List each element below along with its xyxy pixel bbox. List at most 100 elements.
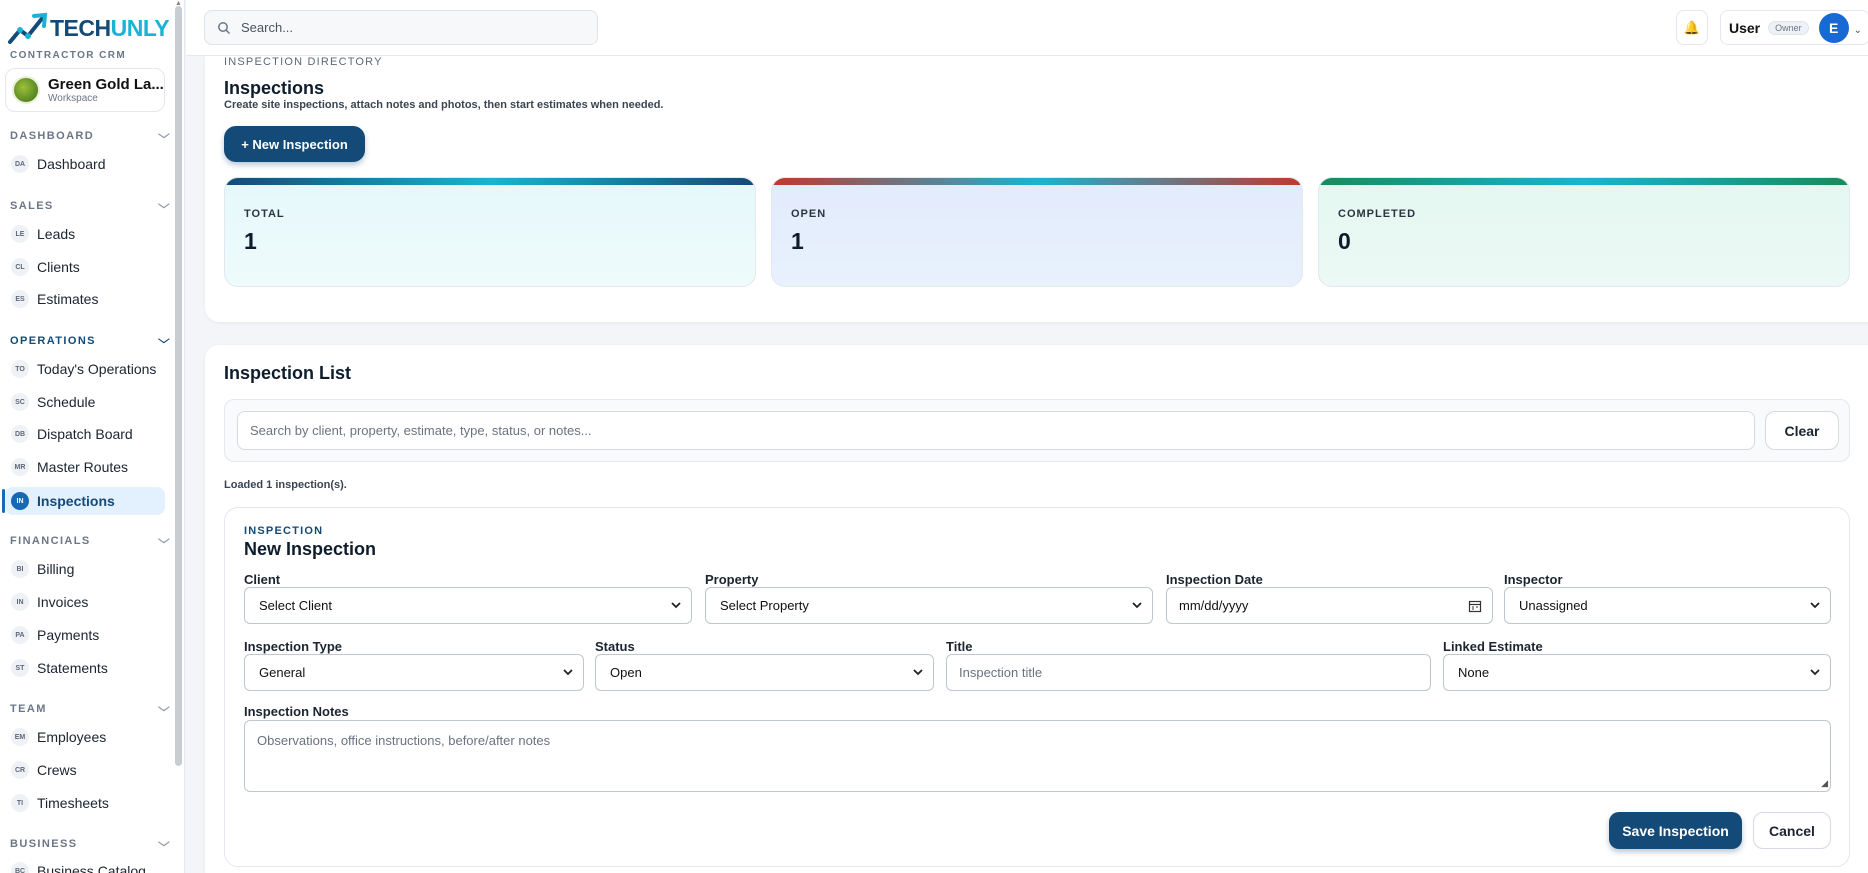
save-inspection-button[interactable]: Save Inspection [1609,812,1742,849]
section-financials[interactable]: FINANCIALS ⌵ [10,534,170,547]
inspection-type-select[interactable]: General [244,654,584,691]
sidebar-item-invoices[interactable]: IN Invoices [5,588,165,616]
nav-abbr-badge: MR [11,458,29,476]
sidebar-item-todays-operations[interactable]: TO Today's Operations [5,355,165,383]
sidebar-item-schedule[interactable]: SC Schedule [5,388,165,416]
section-operations[interactable]: OPERATIONS ⌵ [10,334,170,347]
stat-label: TOTAL [244,208,285,220]
inspection-date-input[interactable]: mm/dd/yyyy [1166,587,1493,624]
title-input[interactable]: Inspection title [946,654,1431,691]
chevron-down-icon [1132,602,1142,609]
sidebar-item-label: Leads [37,226,76,242]
sidebar-item-crews[interactable]: CR Crews [5,756,165,784]
chevron-down-icon: ⌵ [158,334,172,346]
section-sales[interactable]: SALES ⌵ [10,199,170,212]
section-business[interactable]: BUSINESS ⌵ [10,837,170,850]
client-select-value: Select Client [259,598,332,613]
nav-abbr-badge: CL [11,258,29,276]
sidebar-item-label: Business Catalog [37,863,146,873]
sidebar-scrollbar[interactable] [175,6,182,766]
workspace-label: Workspace [48,93,98,104]
brand-name: TECHUNLY [50,14,170,41]
chevron-down-icon: ⌵ [158,199,172,211]
sidebar-item-label: Inspections [37,493,115,509]
workspace-switcher[interactable]: Green Gold La... Workspace [5,68,165,112]
chevron-down-icon [1810,602,1820,609]
stat-value: 1 [244,228,257,254]
sidebar-item-dashboard[interactable]: DA Dashboard [5,150,165,178]
inspection-date-label: Inspection Date [1166,572,1263,587]
clear-button[interactable]: Clear [1765,411,1839,450]
sidebar-item-label: Billing [37,561,75,577]
sidebar-item-label: Schedule [37,394,96,410]
inspector-select[interactable]: Unassigned [1504,587,1831,624]
sidebar-item-label: Statements [37,660,108,676]
nav-abbr-badge: DB [11,425,29,443]
nav-abbr-badge: EM [11,728,29,746]
notifications-bell-icon[interactable]: 🔔 [1676,10,1708,45]
chevron-down-icon [671,602,681,609]
section-dashboard[interactable]: DASHBOARD ⌵ [10,129,170,142]
sidebar-item-label: Invoices [37,594,89,610]
stat-value: 1 [791,228,804,254]
chevron-down-icon: ⌵ [158,837,172,849]
topbar: Search... 🔔 User Owner E ⌄ [186,0,1868,56]
directory-eyebrow: INSPECTION DIRECTORY [224,56,383,68]
chevron-down-icon [563,669,573,676]
page-title: Inspections [224,78,325,98]
sidebar-item-payments[interactable]: PA Payments [5,621,165,649]
logo: TECHUNLY [8,10,170,46]
sidebar-item-estimates[interactable]: ES Estimates [5,285,165,313]
sidebar-item-label: Clients [37,259,80,275]
nav-abbr-badge: CR [11,761,29,779]
sidebar-item-employees[interactable]: EM Employees [5,723,165,751]
sidebar-item-leads[interactable]: LE Leads [5,220,165,248]
inspection-type-label: Inspection Type [244,639,342,654]
client-select[interactable]: Select Client [244,587,692,624]
client-label: Client [244,572,281,587]
chevron-down-icon: ⌵ [158,129,172,141]
stat-card-completed: COMPLETED 0 [1318,177,1850,287]
linked-estimate-select[interactable]: None [1443,654,1831,691]
status-label: Status [595,639,635,654]
inspection-date-placeholder: mm/dd/yyyy [1179,598,1249,613]
stat-accent-bar [225,178,755,185]
sidebar-item-dispatch-board[interactable]: DB Dispatch Board [5,420,165,448]
sidebar-item-billing[interactable]: BI Billing [5,555,165,583]
sidebar-item-business-catalog[interactable]: BC Business Catalog [5,857,165,873]
inspector-label: Inspector [1504,572,1563,587]
linked-estimate-value: None [1458,665,1490,680]
property-select[interactable]: Select Property [705,587,1153,624]
loaded-status-text: Loaded 1 inspection(s). [224,479,347,491]
user-menu[interactable]: User Owner E ⌄ [1720,10,1868,45]
sidebar-item-label: Employees [37,729,107,745]
resize-handle-icon[interactable]: ◢ [1821,778,1828,789]
global-search-input[interactable]: Search... [204,10,598,45]
sidebar-item-label: Dispatch Board [37,426,133,442]
calendar-icon[interactable] [1468,599,1482,613]
brand-subtitle: CONTRACTOR CRM [10,50,127,61]
list-search-input[interactable]: Search by client, property, estimate, ty… [237,411,1755,450]
sidebar-item-label: Master Routes [37,459,129,475]
list-title: Inspection List [224,363,352,383]
nav-abbr-badge: TI [11,794,29,812]
sidebar-item-inspections[interactable]: IN Inspections [2,487,165,515]
sidebar-item-master-routes[interactable]: MR Master Routes [5,453,165,481]
new-inspection-form: INSPECTION New Inspection Client Select … [224,507,1850,867]
cancel-button[interactable]: Cancel [1753,812,1831,849]
new-inspection-button[interactable]: + New Inspection [224,126,365,162]
nav-abbr-badge: TO [11,360,29,378]
inspector-select-value: Unassigned [1519,598,1588,613]
sidebar-item-statements[interactable]: ST Statements [5,654,165,682]
sidebar-item-label: Today's Operations [37,361,157,377]
section-team[interactable]: TEAM ⌵ [10,702,170,715]
page-subtitle: Create site inspections, attach notes an… [224,99,664,111]
inspection-notes-textarea[interactable]: Observations, office instructions, befor… [244,720,1831,792]
sidebar-item-clients[interactable]: CL Clients [5,253,165,281]
global-search-placeholder: Search... [241,20,294,35]
stat-accent-bar [1319,178,1849,185]
sidebar-item-label: Crews [37,762,77,778]
nav-abbr-badge: DA [11,155,29,173]
status-select[interactable]: Open [595,654,934,691]
sidebar-item-timesheets[interactable]: TI Timesheets [5,789,165,817]
